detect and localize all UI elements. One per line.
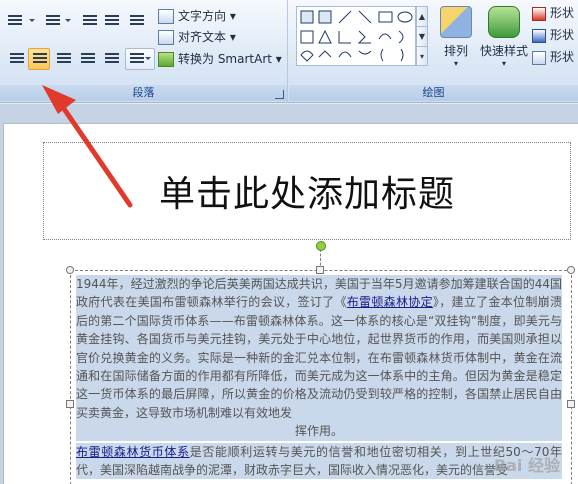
- shape-effects-icon: [532, 50, 546, 65]
- quick-styles-icon: [488, 6, 520, 38]
- shape-outline-button[interactable]: 形状: [532, 25, 574, 45]
- resize-handle-top[interactable]: [316, 266, 324, 274]
- chevron-down-icon: [29, 19, 35, 22]
- columns-button[interactable]: [125, 48, 155, 70]
- title-placeholder[interactable]: 单击此处添加标题: [43, 142, 571, 240]
- more-icon[interactable]: ▾: [417, 47, 427, 67]
- paragraph-group: 文字方向 ▾ 对齐文本 ▾ 转换为 SmartArt ▾ 段落: [0, 0, 288, 103]
- resize-handle-left[interactable]: [66, 400, 74, 408]
- ribbon: 文字方向 ▾ 对齐文本 ▾ 转换为 SmartArt ▾ 段落 绘图 ▲ ▼ ▾…: [0, 0, 578, 103]
- resize-handle-right[interactable]: [567, 400, 575, 408]
- paragraph-1-last-line: 挥作用。: [76, 422, 562, 441]
- shapes-icons: [300, 10, 413, 62]
- columns-icon: [130, 53, 144, 65]
- paint-bucket-icon: [532, 6, 546, 21]
- text-direction-icon: [158, 9, 174, 24]
- bretton-woods-agreement-link[interactable]: 布雷顿森林协定: [347, 295, 433, 309]
- shape-fill-button[interactable]: 形状: [532, 3, 574, 23]
- align-text-icon: [158, 30, 174, 45]
- align-text-button[interactable]: 对齐文本 ▾: [158, 27, 236, 47]
- increase-indent-icon: [105, 15, 119, 27]
- paragraph-group-label: 段落: [0, 85, 287, 101]
- quick-styles-button[interactable]: 快速样式 ▾: [476, 6, 532, 68]
- dialog-launcher-icon[interactable]: [275, 90, 284, 99]
- numbering-icon: [46, 15, 60, 27]
- resize-handle-top-left[interactable]: [66, 266, 74, 274]
- shape-effects-button[interactable]: 形状: [532, 47, 574, 67]
- line-spacing-button[interactable]: [125, 10, 151, 32]
- align-right-button[interactable]: [52, 48, 74, 70]
- resize-handle-top-right[interactable]: [567, 266, 575, 274]
- align-left-icon: [10, 53, 24, 65]
- distributed-icon: [105, 53, 119, 65]
- justify-icon: [81, 53, 95, 65]
- numbering-button[interactable]: [41, 10, 75, 32]
- decrease-indent-icon: [83, 15, 97, 27]
- shapes-gallery[interactable]: [296, 6, 416, 66]
- scroll-up-icon[interactable]: ▲: [417, 7, 427, 27]
- increase-indent-button[interactable]: [100, 10, 122, 32]
- title-placeholder-text: 单击此处添加标题: [158, 174, 455, 215]
- rotation-handle[interactable]: [316, 241, 326, 251]
- chevron-down-icon: [65, 19, 71, 22]
- arrange-icon: [440, 6, 472, 38]
- distributed-button[interactable]: [100, 48, 122, 70]
- arrange-button[interactable]: 排列 ▾: [436, 6, 476, 68]
- paragraph-1: 1944年，经过激烈的争论后英美两国达成共识，美国于当年5月邀请参加筹建联合国的…: [76, 275, 562, 441]
- chevron-down-icon: [145, 57, 151, 60]
- smartart-icon: [158, 52, 174, 67]
- align-center-button[interactable]: [28, 48, 50, 70]
- watermark-logo: Bai 经验: [493, 456, 560, 475]
- text-direction-button[interactable]: 文字方向 ▾: [158, 6, 236, 26]
- justify-button[interactable]: [76, 48, 98, 70]
- line-spacing-icon: [130, 15, 144, 27]
- align-right-icon: [57, 53, 71, 65]
- shapes-gallery-scrollbar[interactable]: ▲ ▼ ▾: [416, 6, 428, 66]
- paragraph-2: 布雷顿森林货币体系是否能顺利运转与美元的信誉和地位密切相关，到上世纪50～70年…: [76, 442, 562, 480]
- scroll-down-icon[interactable]: ▼: [417, 27, 427, 47]
- convert-smartart-button[interactable]: 转换为 SmartArt ▾: [158, 49, 282, 69]
- body-text[interactable]: 1944年，经过激烈的争论后英美两国达成共识，美国于当年5月邀请参加筹建联合国的…: [76, 275, 562, 480]
- decrease-indent-button[interactable]: [78, 10, 100, 32]
- bullets-button[interactable]: [3, 10, 39, 32]
- bullets-icon: [8, 15, 22, 27]
- pencil-icon: [532, 28, 546, 43]
- align-center-icon: [33, 53, 47, 65]
- align-left-button[interactable]: [5, 48, 27, 70]
- drawing-group-label: 绘图: [289, 85, 578, 101]
- bretton-woods-system-link[interactable]: 布雷顿森林货币体系: [76, 445, 190, 459]
